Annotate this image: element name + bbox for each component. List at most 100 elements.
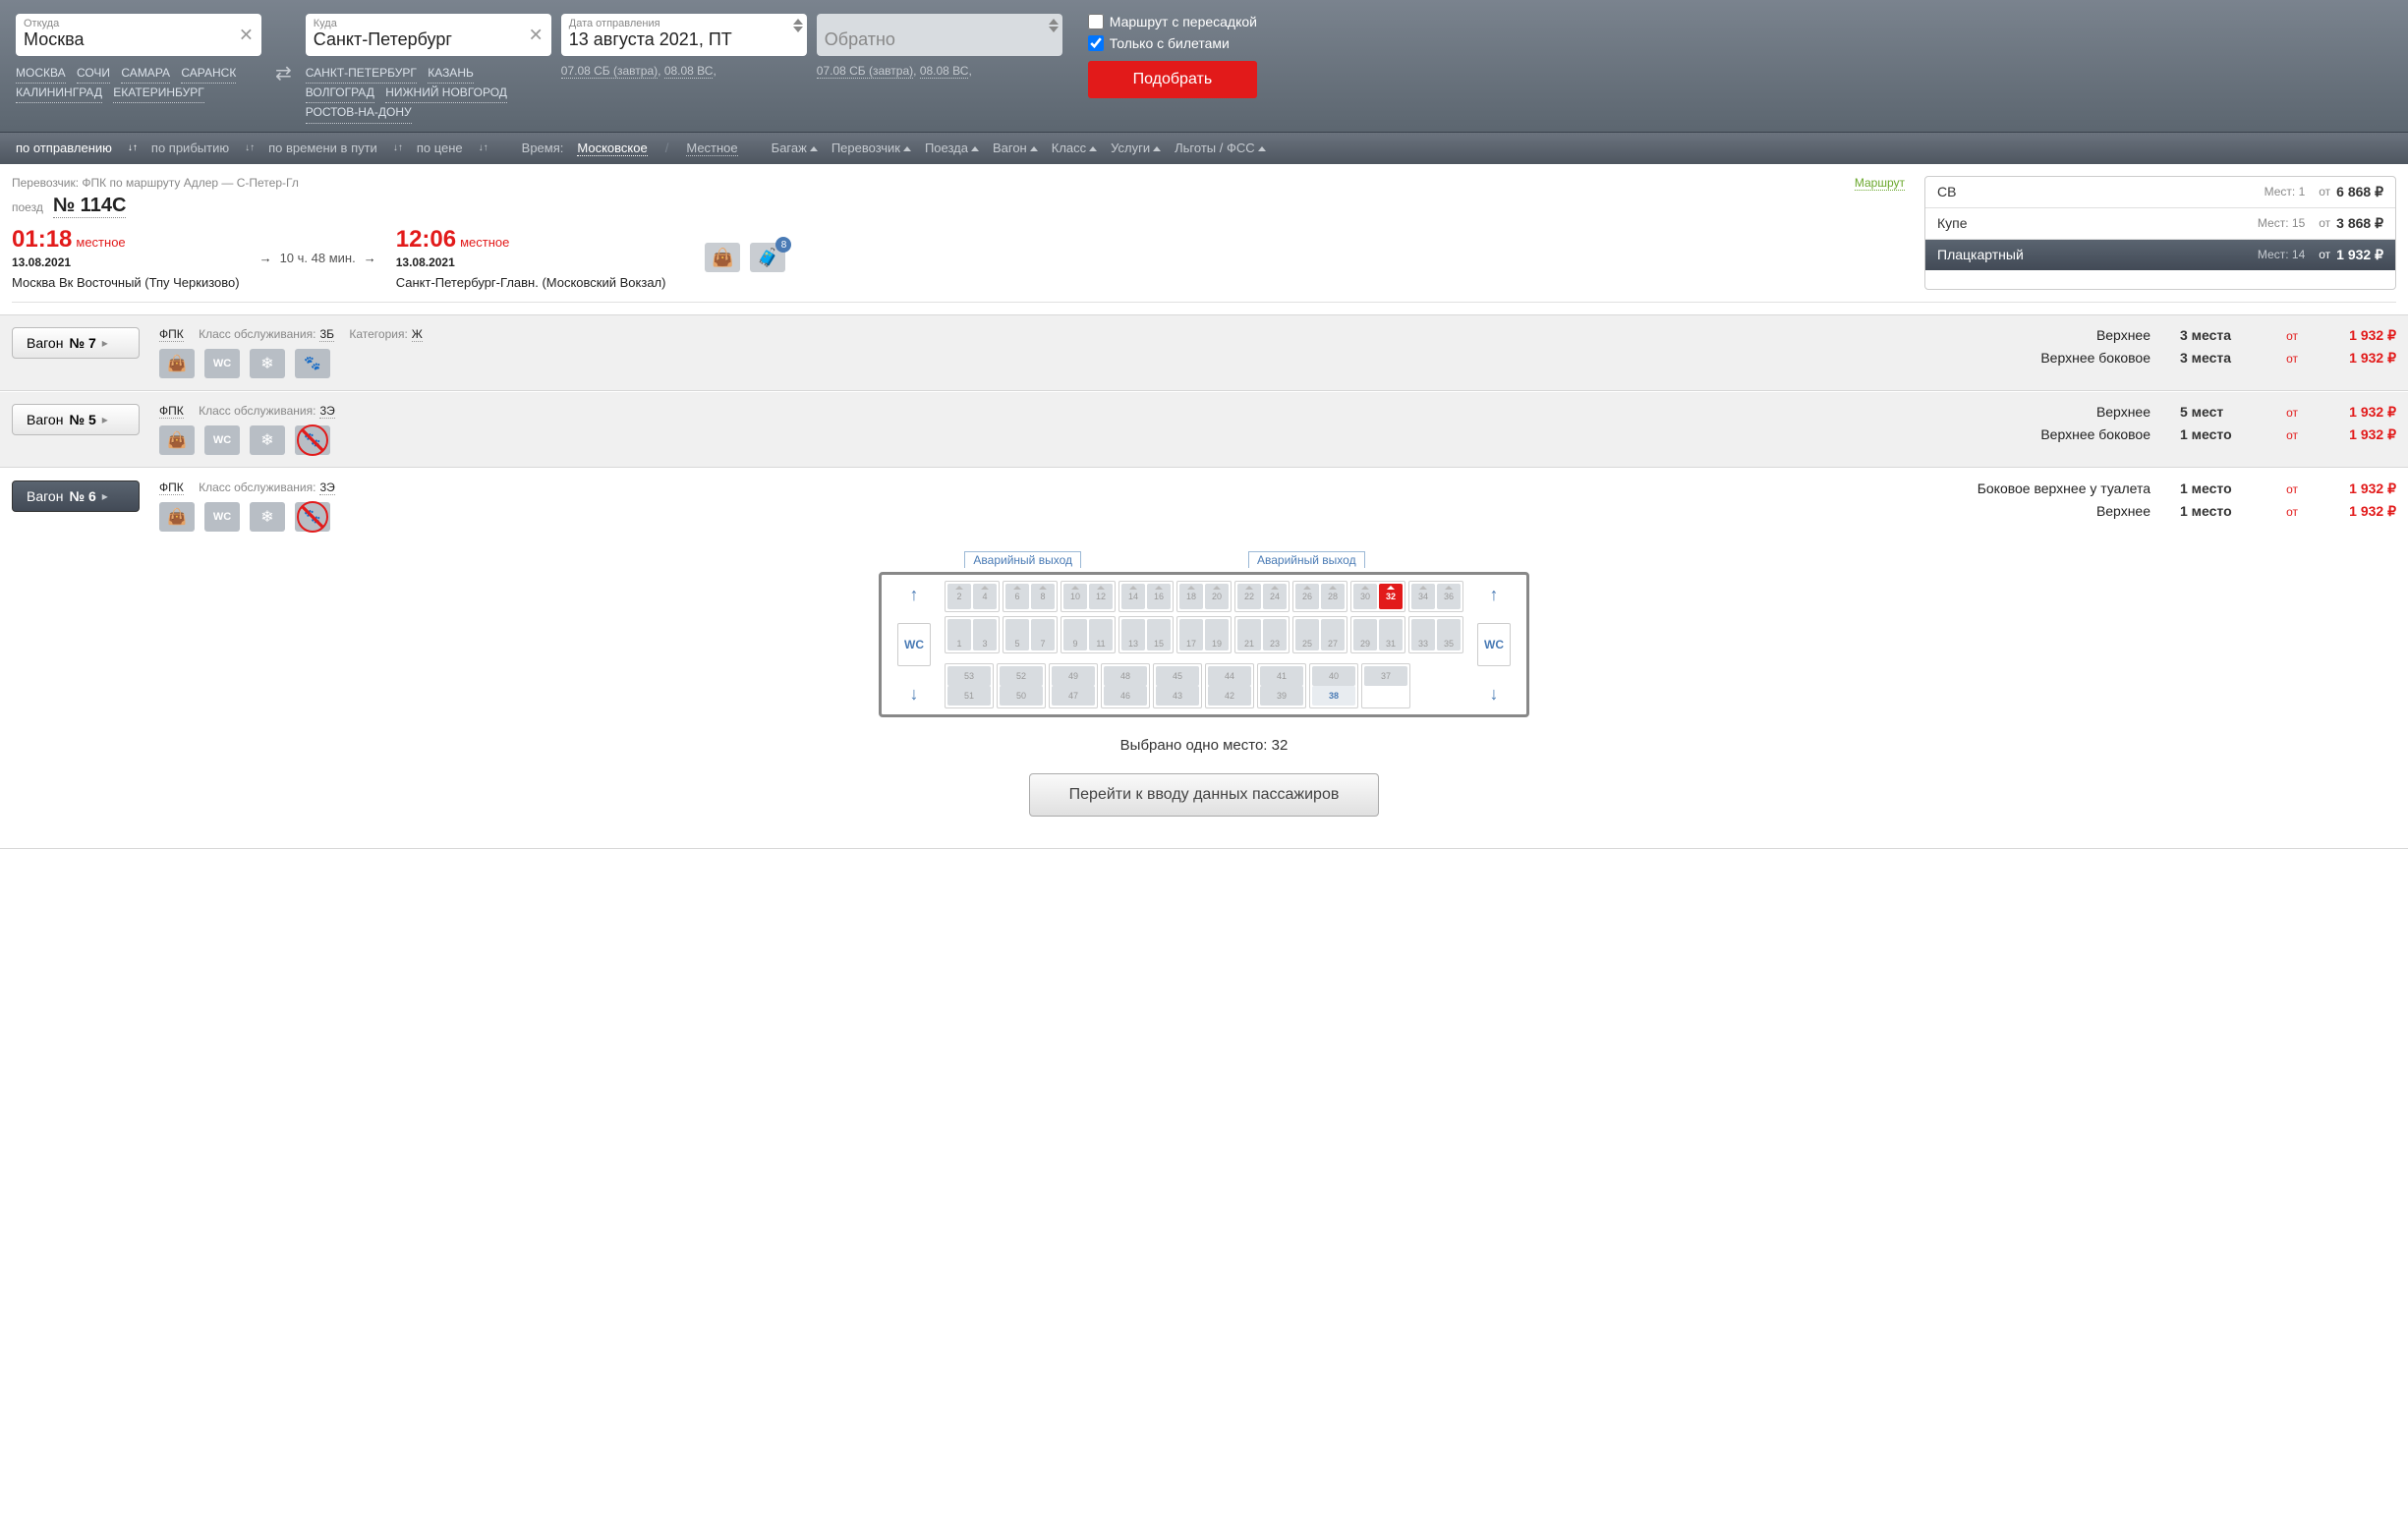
seat-3[interactable]: 3 — [973, 619, 997, 650]
seat-17[interactable]: 17 — [1179, 619, 1203, 650]
proceed-button[interactable]: Перейти к вводу данных пассажиров — [1029, 773, 1380, 817]
sort-duration[interactable]: по времени в пути — [268, 141, 377, 156]
date-input[interactable]: Дата отправления 13 августа 2021, ПТ — [561, 14, 807, 56]
seat-9[interactable]: 9 — [1063, 619, 1087, 650]
seat-50[interactable]: 50 — [1000, 686, 1043, 706]
date-hint-link[interactable]: 07.08 СБ (завтра) — [561, 64, 658, 79]
time-local[interactable]: Местное — [686, 141, 737, 156]
seat-29[interactable]: 29 — [1353, 619, 1377, 650]
clear-from-icon[interactable]: ✕ — [239, 25, 254, 45]
tickets-checkbox-row[interactable]: Только с билетами — [1088, 35, 1257, 51]
seat-15[interactable]: 15 — [1147, 619, 1171, 650]
seat-4[interactable]: 4 — [973, 584, 997, 609]
seat-6[interactable]: 6 — [1005, 584, 1029, 609]
seat-5[interactable]: 5 — [1005, 619, 1029, 650]
wagon-button-7[interactable]: Вагон № 7 ▸ — [12, 327, 140, 359]
filter-wagon[interactable]: Вагон — [993, 141, 1038, 156]
transfer-checkbox[interactable] — [1088, 14, 1104, 29]
seat-49[interactable]: 49 — [1052, 666, 1095, 686]
transfer-checkbox-row[interactable]: Маршрут с пересадкой — [1088, 14, 1257, 29]
seat-1[interactable]: 1 — [947, 619, 971, 650]
wagon-button-6[interactable]: Вагон № 6 ▸ — [12, 481, 140, 512]
seat-16[interactable]: 16 — [1147, 584, 1171, 609]
seat-27[interactable]: 27 — [1321, 619, 1345, 650]
route-link[interactable]: Маршрут — [1855, 176, 1905, 191]
seat-24[interactable]: 24 — [1263, 584, 1287, 609]
class-row-coupe[interactable]: Купе Мест: 15 от 3 868 ₽ — [1925, 208, 2395, 240]
quick-link[interactable]: КАЛИНИНГРАД — [16, 84, 102, 103]
date-hint-link[interactable]: 08.08 ВС — [664, 64, 714, 79]
quick-link[interactable]: КАЗАНЬ — [428, 64, 474, 84]
seat-26[interactable]: 26 — [1295, 584, 1319, 609]
seat-37[interactable]: 37 — [1364, 666, 1407, 686]
quick-link[interactable]: САНКТ-ПЕТЕРБУРГ — [306, 64, 417, 84]
train-number[interactable]: № 114С — [53, 195, 127, 218]
date-hint-link[interactable]: 07.08 СБ (завтра) — [817, 64, 913, 79]
filter-carrier[interactable]: Перевозчик — [831, 141, 911, 156]
return-up-icon[interactable] — [1049, 19, 1059, 25]
seat-38[interactable]: 38 — [1312, 686, 1355, 706]
seat-14[interactable]: 14 — [1121, 584, 1145, 609]
quick-link[interactable]: СОЧИ — [77, 64, 110, 84]
luggage-icon[interactable]: 🧳8 — [750, 243, 785, 272]
seat-36[interactable]: 36 — [1437, 584, 1461, 609]
from-input[interactable]: Откуда Москва ✕ — [16, 14, 261, 56]
wagon-button-5[interactable]: Вагон № 5 ▸ — [12, 404, 140, 435]
seat-47[interactable]: 47 — [1052, 686, 1095, 706]
seat-44[interactable]: 44 — [1208, 666, 1251, 686]
seat-23[interactable]: 23 — [1263, 619, 1287, 650]
seat-34[interactable]: 34 — [1411, 584, 1435, 609]
seat-25[interactable]: 25 — [1295, 619, 1319, 650]
quick-link[interactable]: САМАРА — [121, 64, 170, 84]
quick-link[interactable]: НИЖНИЙ НОВГОРОД — [385, 84, 507, 103]
seat-45[interactable]: 45 — [1156, 666, 1199, 686]
seat-18[interactable]: 18 — [1179, 584, 1203, 609]
seat-31[interactable]: 31 — [1379, 619, 1403, 650]
seat-35[interactable]: 35 — [1437, 619, 1461, 650]
time-moscow[interactable]: Московское — [577, 141, 647, 156]
seat-41[interactable]: 41 — [1260, 666, 1303, 686]
to-input[interactable]: Куда Санкт-Петербург ✕ — [306, 14, 551, 56]
seat-53[interactable]: 53 — [947, 666, 991, 686]
seat-51[interactable]: 51 — [947, 686, 991, 706]
class-row-sv[interactable]: СВ Мест: 1 от 6 868 ₽ — [1925, 177, 2395, 208]
filter-baggage[interactable]: Багаж — [772, 141, 818, 156]
seat-7[interactable]: 7 — [1031, 619, 1055, 650]
seat-21[interactable]: 21 — [1237, 619, 1261, 650]
seat-10[interactable]: 10 — [1063, 584, 1087, 609]
return-input[interactable]: Обратно — [817, 14, 1062, 56]
seat-42[interactable]: 42 — [1208, 686, 1251, 706]
seat-8[interactable]: 8 — [1031, 584, 1055, 609]
search-button[interactable]: Подобрать — [1088, 61, 1257, 98]
sort-price[interactable]: по цене — [417, 141, 463, 156]
date-down-icon[interactable] — [793, 27, 803, 32]
seat-33[interactable]: 33 — [1411, 619, 1435, 650]
sort-arrival[interactable]: по прибытию — [151, 141, 229, 156]
seat-30[interactable]: 30 — [1353, 584, 1377, 609]
seat-20[interactable]: 20 — [1205, 584, 1229, 609]
quick-link[interactable]: РОСТОВ-НА-ДОНУ — [306, 103, 412, 123]
swap-icon[interactable]: ⇄ — [271, 61, 296, 85]
seat-52[interactable]: 52 — [1000, 666, 1043, 686]
seat-48[interactable]: 48 — [1104, 666, 1147, 686]
seat-46[interactable]: 46 — [1104, 686, 1147, 706]
sort-departure[interactable]: по отправлению — [16, 141, 112, 156]
class-row-platskart[interactable]: Плацкартный Мест: 14 от 1 932 ₽ — [1925, 240, 2395, 270]
seat-2[interactable]: 2 — [947, 584, 971, 609]
seat-43[interactable]: 43 — [1156, 686, 1199, 706]
seat-11[interactable]: 11 — [1089, 619, 1113, 650]
date-up-icon[interactable] — [793, 19, 803, 25]
seat-19[interactable]: 19 — [1205, 619, 1229, 650]
quick-link[interactable]: МОСКВА — [16, 64, 66, 84]
return-down-icon[interactable] — [1049, 27, 1059, 32]
clear-to-icon[interactable]: ✕ — [529, 25, 544, 45]
baggage-icon[interactable]: 👜 — [705, 243, 740, 272]
quick-link[interactable]: ВОЛГОГРАД — [306, 84, 374, 103]
filter-services[interactable]: Услуги — [1111, 141, 1161, 156]
quick-link[interactable]: САРАНСК — [181, 64, 236, 84]
seat-32[interactable]: 32 — [1379, 584, 1403, 609]
filter-benefits[interactable]: Льготы / ФСС — [1175, 141, 1266, 156]
seat-22[interactable]: 22 — [1237, 584, 1261, 609]
date-hint-link[interactable]: 08.08 ВС — [920, 64, 969, 79]
seat-13[interactable]: 13 — [1121, 619, 1145, 650]
